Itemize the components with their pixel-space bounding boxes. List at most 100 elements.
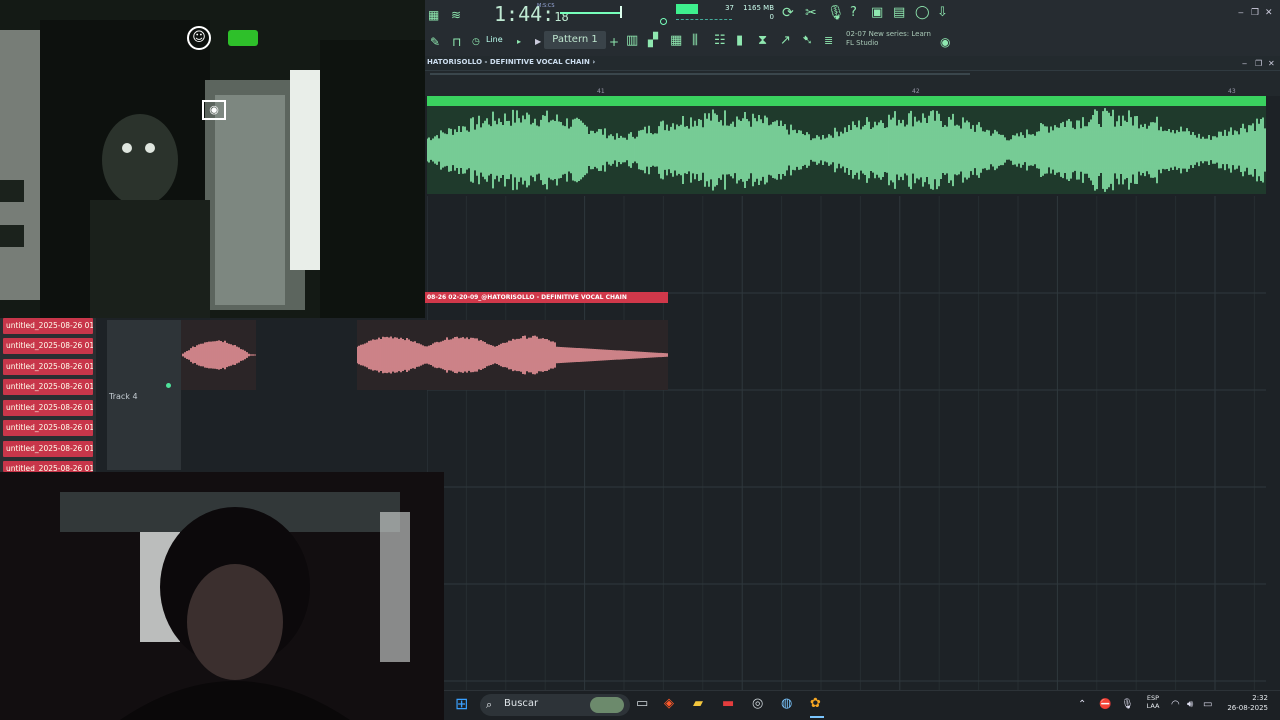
obs-icon[interactable]: ◎	[752, 697, 763, 711]
record-tool-icon[interactable]: ➷	[802, 34, 813, 48]
update-icon[interactable]: ◉	[940, 35, 950, 49]
help-icon[interactable]: ?	[850, 6, 857, 20]
fl-studio-taskbar-icon[interactable]: ✿	[810, 697, 821, 711]
channel-item[interactable]: untitled_2025-08-26 01-...	[3, 400, 93, 416]
undo-icon[interactable]: ⟳	[782, 6, 794, 20]
cpu-value: 37	[725, 4, 734, 12]
channel-list: untitled_2025-08-26 01-... untitled_2025…	[0, 318, 96, 472]
mixer-icon[interactable]: ⫼	[692, 34, 698, 48]
pattern-selector[interactable]: Pattern 1	[544, 31, 606, 49]
magnet-icon[interactable]: ⊓	[452, 35, 461, 49]
cut-icon[interactable]: ✂	[805, 6, 817, 20]
brave-browser-icon[interactable]: ◈	[664, 697, 674, 711]
search-placeholder: Buscar	[504, 698, 539, 709]
camera-scene	[0, 0, 425, 318]
browser-icon[interactable]: ☷	[714, 34, 726, 48]
add-pattern-icon[interactable]: +	[609, 35, 619, 49]
pick-icon[interactable]: ↗	[780, 34, 791, 48]
eye-icon: ◉	[202, 100, 226, 120]
recorded-clip-waveform	[356, 335, 668, 375]
time-main: 1:44	[494, 2, 543, 26]
download-icon[interactable]: ⇩	[937, 6, 948, 20]
chevron-right-icon[interactable]: ▸	[517, 35, 521, 49]
small-clip-waveform	[182, 340, 256, 370]
save-icon[interactable]: ▣	[871, 6, 883, 20]
playlist-minimize-icon[interactable]: ‒	[1242, 57, 1247, 71]
plugin-icon[interactable]: ▤	[893, 6, 905, 20]
language-indicator[interactable]: ESP LAA	[1146, 694, 1160, 710]
memory-value: 1165 MB 0	[742, 4, 774, 22]
play-icon[interactable]: ▶	[535, 35, 541, 49]
channel-item[interactable]: untitled_2025-08-26 01-...	[3, 338, 93, 354]
chevron-up-icon[interactable]: ⌃	[1078, 698, 1086, 712]
volume-handle[interactable]	[620, 6, 622, 18]
minimize-icon[interactable]: ‒	[1238, 6, 1244, 20]
tempo-icon[interactable]: ⧗	[758, 34, 767, 48]
track-active-led[interactable]	[166, 383, 171, 388]
vocal-waveform	[426, 108, 1266, 192]
news-id: 02-07	[846, 30, 867, 38]
channel-rack-icon[interactable]: ▦	[670, 34, 682, 48]
file-explorer-icon[interactable]: ▰	[693, 697, 703, 711]
restore-icon[interactable]: ❐	[1251, 6, 1259, 20]
webcam-feed	[0, 472, 444, 720]
battery-icon	[228, 30, 258, 46]
channel-item[interactable]: untitled_2025-08-26 01-...	[3, 318, 93, 334]
bar-label: 42	[912, 88, 920, 95]
channel-item[interactable]: untitled_2025-08-26 01-...	[3, 379, 93, 395]
windows-start-icon[interactable]: ⊞	[455, 696, 468, 712]
news-panel[interactable]: 02-07 New series: Learn FL Studio	[846, 30, 941, 48]
master-volume-slider[interactable]	[560, 12, 620, 14]
mic-icon[interactable]: 🎙︎	[827, 6, 845, 20]
channel-item[interactable]: untitled_2025-08-26 01-...	[3, 359, 93, 375]
track-label[interactable]: Track 4	[109, 392, 138, 401]
playlist-restore-icon[interactable]: ❐	[1255, 57, 1262, 71]
pencil-icon[interactable]: ✎	[430, 35, 440, 49]
pitch-knob[interactable]	[660, 18, 667, 25]
vocal-audio-clip[interactable]	[426, 106, 1266, 194]
volume-icon[interactable]: 🔊︎	[1187, 698, 1193, 712]
song-time: 1:44:18	[494, 2, 569, 26]
task-view-icon[interactable]: ▭	[636, 697, 648, 711]
app-blue-icon[interactable]: ◍	[781, 697, 792, 711]
vocal-clip-header[interactable]	[427, 96, 1266, 106]
network-off-icon[interactable]: ⛔	[1099, 698, 1111, 712]
microphone-tray-icon[interactable]: 🎙︎	[1121, 698, 1134, 712]
taskbar-clock[interactable]: 2:32 26-08-2025	[1222, 693, 1268, 713]
wave-icon[interactable]: ≋	[451, 8, 461, 22]
keyboard-layout: LAA	[1146, 702, 1160, 710]
recorded-clip[interactable]	[356, 320, 668, 390]
playlist-title: HATORISOLLO - DEFINITIVE VOCAL CHAIN ›	[427, 58, 596, 66]
bar-label: 43	[1228, 88, 1236, 95]
cpu-graph	[676, 16, 732, 20]
active-app-indicator	[810, 716, 824, 718]
language-code: ESP	[1146, 694, 1160, 702]
menu-icon[interactable]: ▦	[428, 8, 439, 22]
bar-label: 41	[597, 88, 605, 95]
channel-item[interactable]: untitled_2025-08-26 01-...	[3, 441, 93, 457]
polyphony-label: 0	[769, 13, 774, 21]
app-red-icon[interactable]: ▬	[722, 697, 734, 711]
playlist-grid[interactable]	[427, 196, 1266, 690]
recorded-clip-small[interactable]	[181, 320, 256, 390]
battery-tray-icon[interactable]: ▭	[1203, 698, 1212, 712]
clock-time: 2:32	[1252, 694, 1268, 702]
channel-item[interactable]: untitled_2025-08-26 01-...	[3, 420, 93, 436]
playlist-close-icon[interactable]: ✕	[1268, 57, 1275, 71]
chat-icon[interactable]: ◯	[915, 6, 930, 20]
playlist-icon[interactable]: ▥	[626, 34, 638, 48]
close-icon[interactable]: ✕	[1265, 6, 1273, 20]
search-highlight-image	[590, 697, 624, 713]
time-format-label: M:S:CS	[537, 3, 555, 9]
clock-date: 26-08-2025	[1227, 704, 1268, 712]
wifi-icon[interactable]: ◠	[1171, 698, 1180, 712]
memory-label: 1165 MB	[743, 4, 774, 12]
snap-icon[interactable]: ◷	[472, 35, 480, 49]
scroll-bar[interactable]	[430, 73, 970, 75]
snap-select[interactable]: Line	[486, 35, 503, 44]
channel-item[interactable]: untitled_2025-08-26 01-...	[3, 461, 93, 472]
list-icon[interactable]: ≣	[824, 34, 833, 48]
plugin-database-icon[interactable]: ▮	[736, 34, 743, 48]
recorded-clip-title[interactable]: 08-26 02-20-09_@HATORISOLLO - DEFINITIVE…	[425, 292, 668, 303]
piano-roll-icon[interactable]: ▞	[648, 34, 658, 48]
